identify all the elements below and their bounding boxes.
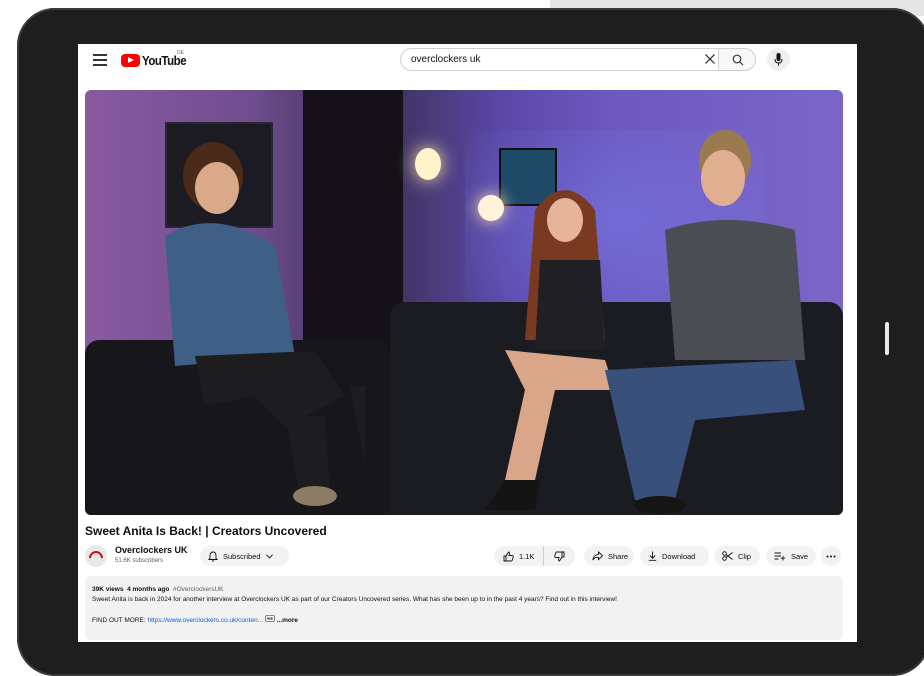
search-icon	[732, 54, 744, 66]
share-button[interactable]: Share	[584, 546, 634, 566]
home-indicator[interactable]	[885, 322, 889, 355]
video-title: Sweet Anita Is Back! | Creators Uncovere…	[85, 524, 327, 538]
thumbs-up-icon	[503, 551, 514, 562]
find-out-more-label: FIND OUT MORE:	[92, 617, 146, 625]
dislike-button[interactable]	[544, 546, 575, 566]
voice-search-button[interactable]	[767, 48, 790, 71]
region-code: DE	[177, 50, 184, 56]
channel-avatar[interactable]	[85, 545, 107, 567]
video-player[interactable]	[85, 90, 843, 515]
search-input[interactable]	[411, 52, 671, 67]
youtube-screen: YouTube DE overclockers uk Sweet Anita I…	[78, 44, 857, 642]
search-box[interactable]	[400, 48, 718, 71]
save-label: Save	[791, 551, 809, 561]
channel-name[interactable]: Overclockers UK	[115, 545, 188, 555]
save-button[interactable]: Save	[766, 546, 816, 566]
download-label: Download	[662, 551, 696, 561]
thumbs-down-icon	[554, 551, 565, 562]
top-bar: YouTube DE	[78, 44, 857, 76]
chevron-down-icon	[265, 553, 273, 559]
like-button[interactable]: 1.1K	[494, 546, 544, 566]
find-out-more-line: FIND OUT MORE: https://www.overclockers.…	[92, 615, 836, 626]
more-actions-button[interactable]	[821, 546, 841, 566]
description-box[interactable]: 39K views 4 months ago #OverclockersUK S…	[85, 576, 843, 640]
more-horizontal-icon	[826, 555, 836, 558]
hashtag-link[interactable]: #OverclockersUK	[173, 586, 224, 593]
microphone-icon	[774, 53, 783, 66]
close-icon[interactable]	[704, 53, 716, 65]
like-dislike-group: 1.1K	[494, 546, 575, 566]
clip-button[interactable]: Clip	[714, 546, 760, 566]
channel-row: Overclockers UK 51.6K subscribers Subscr…	[85, 543, 845, 569]
clip-label: Clip	[738, 551, 751, 561]
youtube-play-icon	[121, 53, 140, 67]
description-link[interactable]: https://www.overclockers.co.uk/conten...	[148, 617, 264, 624]
bell-icon	[208, 551, 218, 562]
show-more-button[interactable]: ...more	[277, 617, 298, 624]
description-meta: 39K views 4 months ago #OverclockersUK	[92, 585, 836, 595]
person-left	[165, 142, 365, 506]
download-icon	[648, 551, 657, 561]
share-icon	[592, 551, 603, 561]
subscribed-label: Subscribed	[223, 551, 261, 561]
person-right	[605, 130, 805, 514]
description-text: Sweet Anita is back in 2024 for another …	[92, 596, 617, 603]
hamburger-menu-icon[interactable]	[93, 54, 107, 66]
search-button[interactable]	[718, 48, 756, 71]
view-count: 39K views	[92, 586, 124, 593]
subscribed-button[interactable]: Subscribed	[200, 546, 289, 566]
subscriber-count: 51.6K subscribers	[115, 558, 164, 564]
save-to-playlist-icon	[774, 552, 786, 561]
download-button[interactable]: Download	[640, 546, 709, 566]
like-count: 1.1K	[519, 551, 535, 561]
link-preview-icon	[265, 615, 275, 626]
desk-lamp	[415, 148, 441, 180]
share-label: Share	[608, 551, 629, 561]
scissors-icon	[722, 551, 733, 561]
upload-age: 4 months ago	[127, 586, 170, 593]
